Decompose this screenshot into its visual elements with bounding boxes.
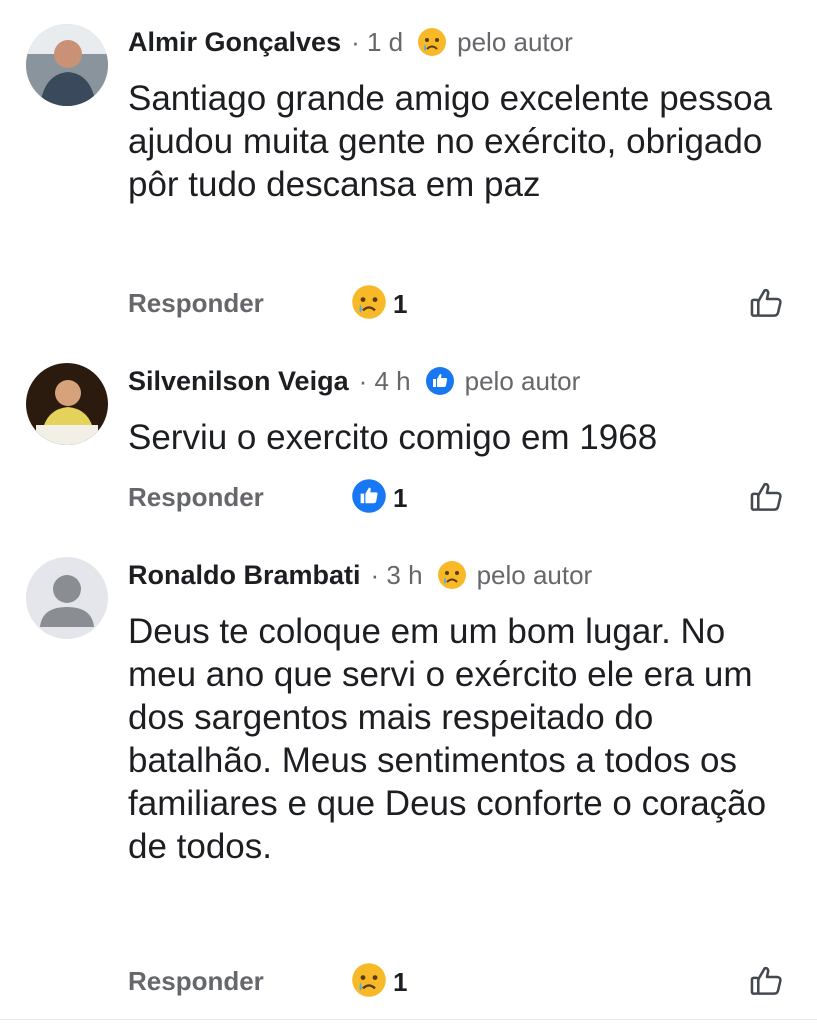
- sad-emoji-icon: [351, 284, 387, 325]
- comment-header: Ronaldo Brambati · 3 h pelo autor: [128, 555, 592, 595]
- reaction-summary[interactable]: 1: [351, 284, 407, 325]
- comment-header: Silvenilson Veiga · 4 h pelo autor: [128, 361, 580, 401]
- comment-text: Deus te coloque em um bom lugar. No meu …: [128, 612, 767, 866]
- reaction-count: 1: [393, 967, 408, 997]
- like-icon: [425, 366, 455, 396]
- reaction-count: 1: [393, 289, 408, 319]
- sad-emoji-icon: [417, 27, 447, 57]
- author-name[interactable]: Ronaldo Brambati: [128, 560, 361, 591]
- reaction-summary[interactable]: 1: [351, 478, 407, 519]
- sad-emoji-icon: [351, 962, 387, 1003]
- avatar[interactable]: [26, 363, 108, 445]
- comment-actions: Responder 1: [128, 962, 788, 1002]
- timestamp: · 3 h: [370, 559, 423, 590]
- divider: [0, 1019, 817, 1020]
- like-icon[interactable]: [748, 284, 786, 322]
- author-name[interactable]: Silvenilson Veiga: [128, 366, 349, 397]
- comment-actions: Responder 1: [128, 478, 788, 518]
- avatar[interactable]: [26, 24, 108, 106]
- comment-header: Almir Gonçalves · 1 d pelo autor: [128, 22, 573, 62]
- like-icon: [351, 478, 387, 519]
- avatar[interactable]: [26, 557, 108, 639]
- by-author-label: pelo autor: [457, 26, 573, 57]
- reaction-summary[interactable]: 1: [351, 962, 407, 1003]
- like-icon[interactable]: [748, 962, 786, 1000]
- reaction-count: 1: [393, 483, 408, 513]
- timestamp: · 4 h: [358, 365, 411, 396]
- comment-actions: Responder 1: [128, 284, 788, 324]
- sad-emoji-icon: [437, 560, 467, 590]
- timestamp: · 1 d: [351, 26, 404, 57]
- author-name[interactable]: Almir Gonçalves: [128, 27, 341, 58]
- comment-text: Santiago grande amigo excelente pessoa a…: [128, 79, 773, 204]
- like-icon[interactable]: [748, 478, 786, 516]
- by-author-label: pelo autor: [476, 559, 593, 590]
- by-author-label: pelo autor: [464, 365, 581, 396]
- reply-button[interactable]: Responder: [128, 966, 264, 997]
- reply-button[interactable]: Responder: [128, 288, 264, 319]
- reply-button[interactable]: Responder: [128, 482, 264, 513]
- comment-text: Serviu o exercito comigo em 1968: [128, 418, 658, 457]
